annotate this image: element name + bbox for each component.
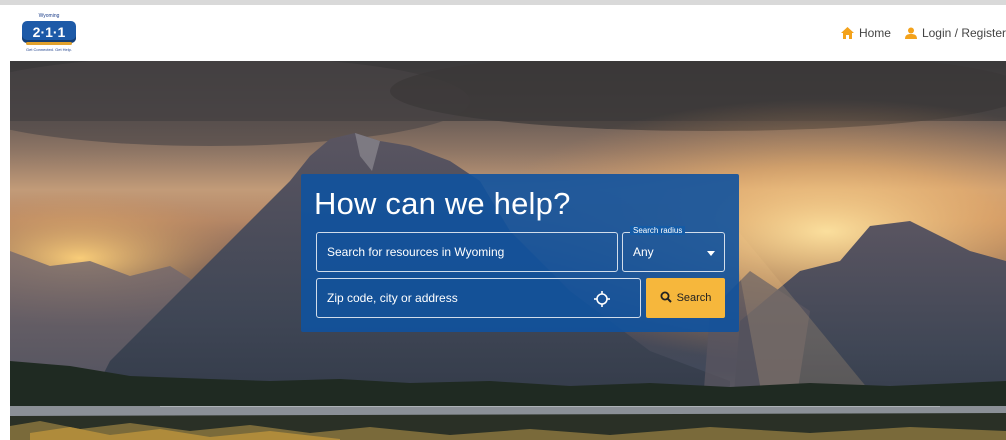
search-radius-value: Any — [633, 245, 654, 259]
header-nav: Home Login / Register — [840, 23, 1006, 43]
search-button[interactable]: Search — [646, 278, 725, 318]
search-panel: How can we help? Search radius Any Searc… — [301, 174, 739, 332]
location-field[interactable] — [316, 278, 641, 318]
search-icon — [660, 291, 672, 306]
wyoming-211-logo[interactable]: Wyoming 2·1·1 Get Connected. Get Help. — [18, 13, 80, 55]
nav-home-label: Home — [858, 26, 891, 40]
home-icon — [840, 27, 854, 39]
resource-search-field[interactable] — [316, 232, 618, 272]
logo-tagline: Get Connected. Get Help. — [25, 47, 73, 52]
nav-login-link[interactable]: Login / Register — [904, 26, 1006, 40]
logo-swoosh — [26, 42, 72, 45]
location-input[interactable] — [317, 279, 640, 317]
resource-search-input[interactable] — [317, 233, 617, 271]
user-icon — [904, 27, 917, 39]
search-panel-title: How can we help? — [314, 186, 571, 221]
chevron-down-icon — [707, 251, 715, 256]
site-header: Wyoming 2·1·1 Get Connected. Get Help. H… — [0, 5, 1006, 61]
nav-home-link[interactable]: Home — [840, 26, 891, 40]
search-button-label: Search — [676, 292, 712, 304]
locate-me-icon[interactable] — [594, 291, 610, 312]
logo-badge: 2·1·1 — [22, 21, 76, 43]
search-radius-select[interactable]: Search radius Any — [622, 226, 725, 272]
search-radius-label: Search radius — [630, 226, 686, 235]
nav-login-label: Login / Register — [921, 26, 1006, 40]
logo-state-text: Wyoming — [38, 13, 60, 19]
